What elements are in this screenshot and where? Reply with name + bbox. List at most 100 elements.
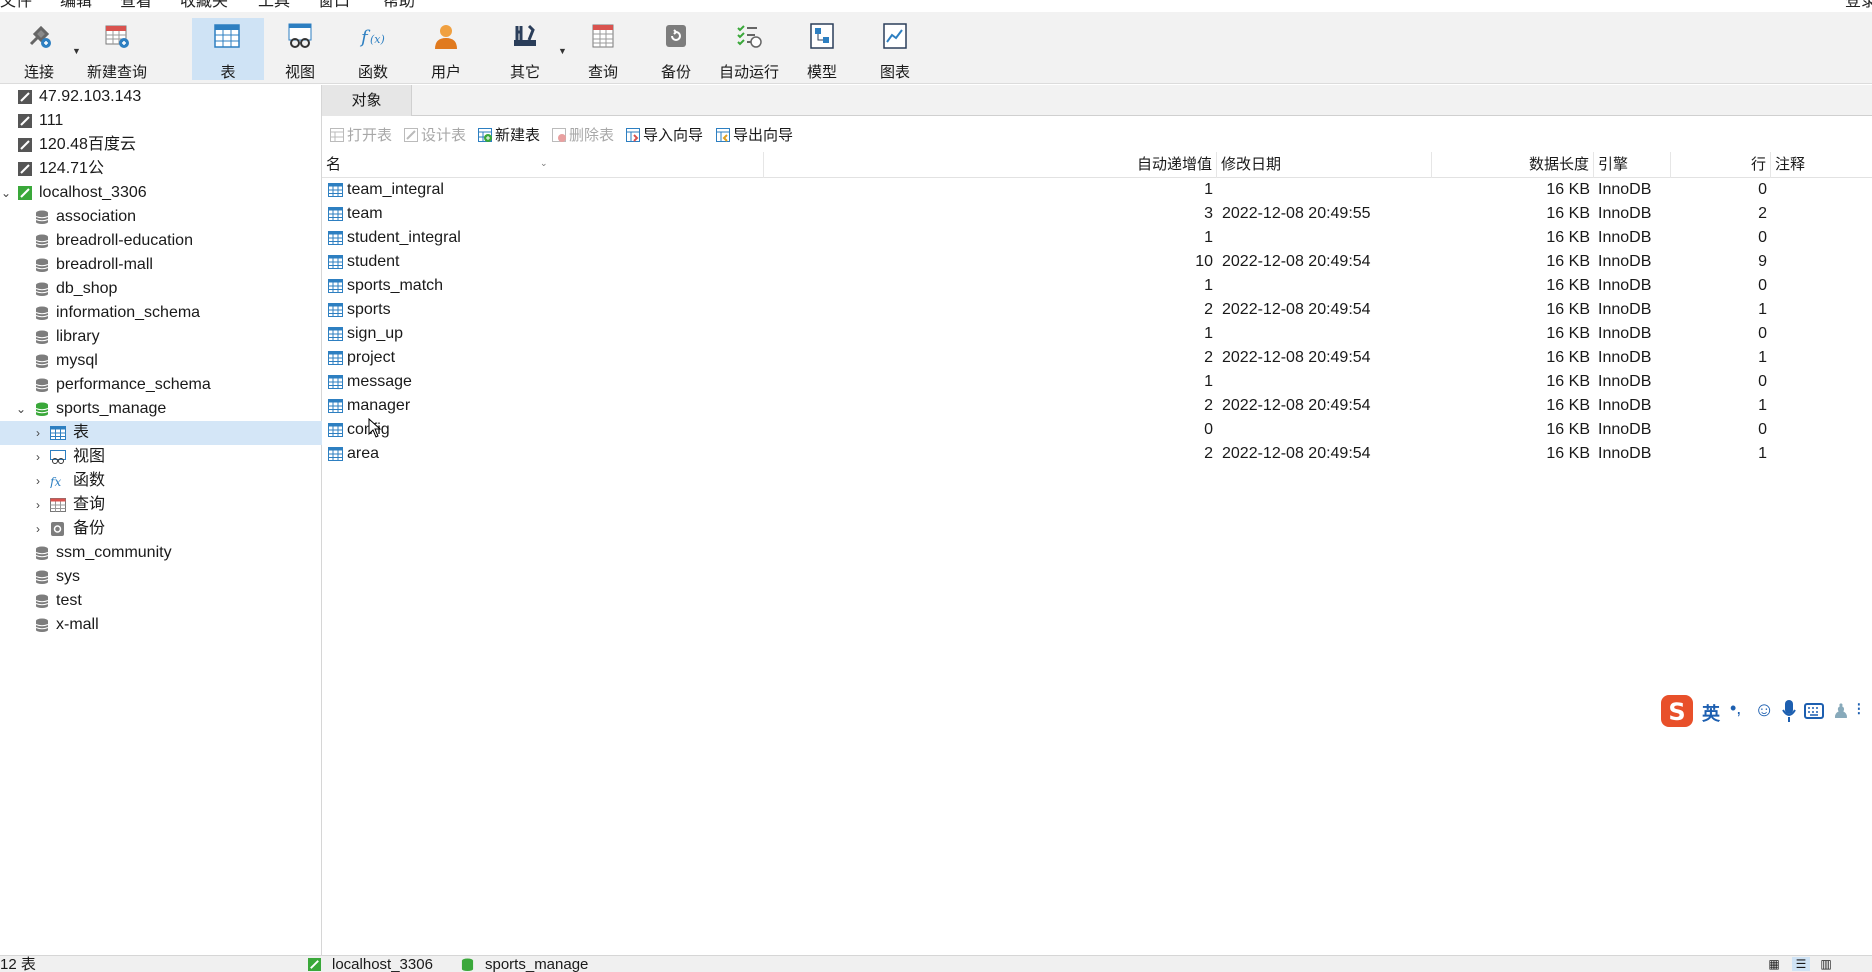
connect-button[interactable]: 连接: [4, 18, 74, 81]
new-query-button[interactable]: 新建查询: [82, 18, 152, 81]
table-row[interactable]: student_integral 1 16 KB InnoDB 0: [322, 226, 1872, 250]
tree-database[interactable]: mysql: [0, 349, 322, 373]
delete-table-button[interactable]: 删除表: [552, 126, 614, 146]
view-icon: [50, 450, 66, 464]
tree-connection[interactable]: 120.48百度云: [0, 133, 322, 157]
table-row[interactable]: sports 2 2022-12-08 20:49:54 16 KB InnoDB 1: [322, 298, 1872, 322]
tree-connection[interactable]: 124.71公: [0, 157, 322, 181]
ime-mode[interactable]: 英: [1702, 700, 1720, 726]
tree-database[interactable]: breadroll-education: [0, 229, 322, 253]
tree-database[interactable]: db_shop: [0, 277, 322, 301]
chevron-right-icon[interactable]: ›: [32, 517, 44, 541]
sogou-logo-icon[interactable]: S: [1660, 694, 1694, 728]
table-icon: [328, 375, 343, 389]
col-header-comment[interactable]: 注释: [1771, 152, 1872, 178]
cell-rows: 1: [1758, 301, 1767, 318]
chevron-down-icon[interactable]: ⌄: [15, 397, 27, 421]
tab-objects[interactable]: 对象: [322, 85, 412, 116]
autorun-icon: [737, 25, 762, 48]
keyboard-icon[interactable]: [1804, 703, 1824, 719]
tree-database[interactable]: test: [0, 589, 322, 613]
col-header-engine[interactable]: 引擎: [1594, 152, 1671, 178]
export-wizard-button[interactable]: 导出向导: [716, 126, 793, 146]
chevron-right-icon[interactable]: ›: [32, 445, 44, 469]
database-icon: [35, 330, 49, 344]
tree-item-views[interactable]: › 视图: [0, 445, 322, 469]
tree-item-backups[interactable]: › 备份: [0, 517, 322, 541]
menu-favorites[interactable]: 收藏夹: [180, 0, 228, 10]
menu-file[interactable]: 文件: [0, 0, 32, 10]
skin-icon[interactable]: ♟: [1832, 699, 1850, 724]
table-row[interactable]: team 3 2022-12-08 20:49:55 16 KB InnoDB 2: [322, 202, 1872, 226]
detail-view-icon[interactable]: ▥: [1818, 957, 1834, 971]
tree-database[interactable]: ssm_community: [0, 541, 322, 565]
microphone-icon[interactable]: [1782, 700, 1796, 722]
tree-database-active[interactable]: ⌄ sports_manage: [0, 397, 322, 421]
table-row[interactable]: sign_up 1 16 KB InnoDB 0: [322, 322, 1872, 346]
col-header-auto-inc[interactable]: 自动递增值: [764, 152, 1217, 178]
chevron-down-icon[interactable]: ⌄: [0, 181, 12, 205]
export-icon: [716, 128, 730, 142]
menu-edit[interactable]: 编辑: [60, 0, 92, 10]
table-row[interactable]: team_integral 1 16 KB InnoDB 0: [322, 178, 1872, 202]
connection-icon: [18, 90, 32, 104]
svg-text:fx: fx: [50, 475, 61, 488]
table-row[interactable]: area 2 2022-12-08 20:49:54 16 KB InnoDB 1: [322, 442, 1872, 466]
tree-database[interactable]: library: [0, 325, 322, 349]
tree-database[interactable]: sys: [0, 565, 322, 589]
col-header-data-length[interactable]: 数据长度: [1432, 152, 1594, 178]
database-icon: [35, 546, 49, 560]
grid-view-icon[interactable]: ▦: [1766, 957, 1782, 971]
connect-dropdown-icon[interactable]: ▼: [72, 46, 81, 56]
backup-button[interactable]: 备份: [641, 18, 711, 81]
punctuation-icon[interactable]: •,: [1730, 698, 1741, 719]
chevron-right-icon[interactable]: ›: [32, 421, 44, 445]
tools-icon[interactable]: ⁝: [1856, 699, 1862, 720]
tree-database[interactable]: association: [0, 205, 322, 229]
col-header-modified[interactable]: 修改日期: [1217, 152, 1432, 178]
login-link[interactable]: 登录: [1845, 0, 1872, 10]
connection-icon: [18, 138, 32, 152]
tree-connection[interactable]: 111: [0, 109, 322, 133]
tree-database[interactable]: breadroll-mall: [0, 253, 322, 277]
open-table-button[interactable]: 打开表: [330, 126, 392, 146]
tree-database[interactable]: performance_schema: [0, 373, 322, 397]
tree-database[interactable]: information_schema: [0, 301, 322, 325]
chart-button[interactable]: 图表: [860, 18, 930, 81]
user-button[interactable]: 用户: [411, 18, 481, 81]
cell-auto-inc: 10: [1195, 253, 1213, 270]
cell-engine: InnoDB: [1598, 325, 1652, 342]
table-button[interactable]: 表: [192, 18, 264, 81]
tree-database[interactable]: x-mall: [0, 613, 322, 637]
other-button[interactable]: 其它: [490, 18, 560, 81]
table-row[interactable]: message 1 16 KB InnoDB 0: [322, 370, 1872, 394]
tree-connection[interactable]: 47.92.103.143: [0, 85, 322, 109]
table-row[interactable]: student 10 2022-12-08 20:49:54 16 KB InnoDB 9: [322, 250, 1872, 274]
view-button[interactable]: 视图: [265, 18, 335, 81]
emoji-icon[interactable]: ☺: [1754, 699, 1774, 722]
tree-item-functions[interactable]: › fx 函数: [0, 469, 322, 493]
menu-window[interactable]: 窗口: [318, 0, 350, 10]
chevron-right-icon[interactable]: ›: [32, 493, 44, 517]
table-row[interactable]: sports_match 1 16 KB InnoDB 0: [322, 274, 1872, 298]
model-button[interactable]: 模型: [787, 18, 857, 81]
list-view-icon[interactable]: ☰: [1792, 957, 1810, 971]
function-button[interactable]: f (x) 函数: [338, 18, 408, 81]
design-table-button[interactable]: 设计表: [404, 126, 466, 146]
chevron-right-icon[interactable]: ›: [32, 469, 44, 493]
autorun-button[interactable]: 自动运行: [714, 18, 784, 81]
table-row[interactable]: project 2 2022-12-08 20:49:54 16 KB InnoDB 1: [322, 346, 1872, 370]
new-table-button[interactable]: 新建表: [478, 126, 540, 146]
menu-view[interactable]: 查看: [120, 0, 152, 10]
tree-item-queries[interactable]: › 查询: [0, 493, 322, 517]
menu-tools[interactable]: 工具: [258, 0, 290, 10]
query-button[interactable]: 查询: [568, 18, 638, 81]
import-wizard-button[interactable]: 导入向导: [626, 126, 703, 146]
tree-connection-localhost[interactable]: ⌄ localhost_3306: [0, 181, 322, 205]
table-row[interactable]: config 0 16 KB InnoDB 0: [322, 418, 1872, 442]
other-dropdown-icon[interactable]: ▼: [558, 46, 567, 56]
table-row[interactable]: manager 2 2022-12-08 20:49:54 16 KB InnoDB 1: [322, 394, 1872, 418]
menu-help[interactable]: 帮助: [383, 0, 415, 10]
col-header-rows[interactable]: 行: [1671, 152, 1771, 178]
tree-item-tables[interactable]: › 表: [0, 421, 322, 445]
